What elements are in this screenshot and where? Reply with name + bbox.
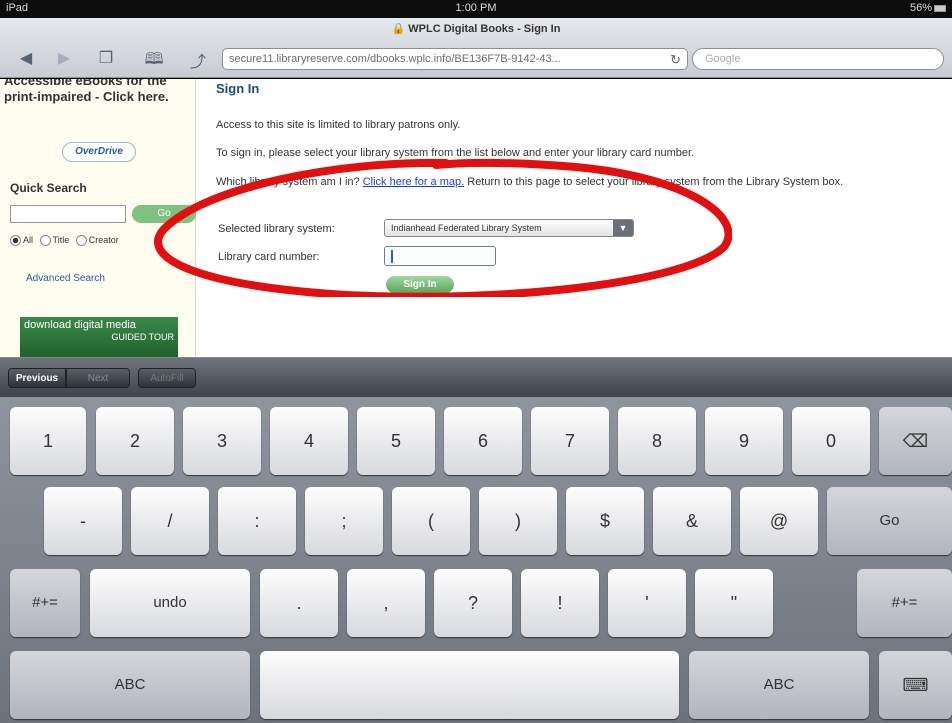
key-quote[interactable]: " <box>695 569 773 637</box>
guided-tour-banner[interactable]: download digital media GUIDED TOUR <box>20 317 178 357</box>
symbols-shift-left[interactable]: #+= <box>10 569 80 637</box>
key-semicolon[interactable]: ; <box>305 487 383 555</box>
key-1[interactable]: 1 <box>10 407 86 475</box>
banner-subtitle: GUIDED TOUR <box>111 332 174 342</box>
go-button[interactable]: Go <box>827 487 952 555</box>
backspace-icon[interactable]: ⌫ <box>879 407 952 475</box>
symbols-shift-right[interactable]: #+= <box>857 569 952 637</box>
key-slash[interactable]: / <box>131 487 209 555</box>
abc-key-left[interactable]: ABC <box>10 651 250 719</box>
key-ampersand[interactable]: & <box>653 487 731 555</box>
key-6[interactable]: 6 <box>444 407 522 475</box>
library-system-label: Selected library system: <box>218 223 335 235</box>
key-4[interactable]: 4 <box>270 407 348 475</box>
selected-system-value: Indianhead Federated Library System <box>391 223 542 233</box>
map-text-start: Which library system am I in? <box>216 176 363 188</box>
autofill-button[interactable]: AutoFill <box>138 368 196 388</box>
key-0[interactable]: 0 <box>792 407 870 475</box>
map-link[interactable]: Click here for a map. <box>363 176 464 188</box>
key-3[interactable]: 3 <box>183 407 261 475</box>
battery-indicator: 56% <box>910 2 946 14</box>
key-colon[interactable]: : <box>218 487 296 555</box>
key-5[interactable]: 5 <box>357 407 435 475</box>
key-comma[interactable]: , <box>347 569 425 637</box>
status-bar: iPad 1:00 PM 56% <box>0 0 952 18</box>
text-caret <box>391 250 393 263</box>
url-text: secure11.libraryreserve.com/dbooks.wplc.… <box>229 53 561 65</box>
reload-icon[interactable]: ↻ <box>670 52 681 68</box>
battery-level: 56% <box>909 2 932 14</box>
key-exclamation[interactable]: ! <box>521 569 599 637</box>
quick-search-title: Quick Search <box>10 181 87 195</box>
accessible-ebooks-link[interactable]: Accessible eBooks for the print-impaired… <box>4 79 194 105</box>
key-9[interactable]: 9 <box>705 407 783 475</box>
page-title-text: WPLC Digital Books - Sign In <box>408 23 561 35</box>
abc-key-right[interactable]: ABC <box>689 651 869 719</box>
url-field[interactable]: secure11.libraryreserve.com/dbooks.wplc.… <box>222 48 688 70</box>
forward-arrow-icon[interactable]: ▶ <box>52 48 76 68</box>
radio-title[interactable] <box>39 235 51 247</box>
back-arrow-icon[interactable]: ◀ <box>14 48 38 68</box>
search-scope-radios: All Title Creator <box>10 235 119 247</box>
key-question[interactable]: ? <box>434 569 512 637</box>
sign-in-heading: Sign In <box>216 81 260 96</box>
banner-title: download digital media <box>24 319 136 331</box>
key-8[interactable]: 8 <box>618 407 696 475</box>
form-accessory-bar: Previous Next AutoFill <box>0 357 952 397</box>
status-time: 1:00 PM <box>455 2 497 14</box>
card-number-label: Library card number: <box>218 251 320 263</box>
overdrive-logo[interactable]: OverDrive <box>62 142 136 162</box>
pages-icon[interactable]: ❐ <box>94 48 118 68</box>
key-open-paren[interactable]: ( <box>392 487 470 555</box>
map-instructions: Which library system am I in? Click here… <box>216 175 934 189</box>
key-period[interactable]: . <box>260 569 338 637</box>
instructions: To sign in, please select your library s… <box>216 147 695 159</box>
advanced-search-link[interactable]: Advanced Search <box>26 273 105 284</box>
radio-all-label: All <box>23 235 34 245</box>
share-icon[interactable]: ⤴ <box>186 48 210 72</box>
sign-in-button[interactable]: Sign In <box>386 276 454 293</box>
previous-button[interactable]: Previous <box>8 368 66 388</box>
keyboard-dismiss-icon[interactable]: ⌨ <box>879 651 952 719</box>
key-close-paren[interactable]: ) <box>479 487 557 555</box>
key-7[interactable]: 7 <box>531 407 609 475</box>
chevron-down-icon: ▼ <box>613 220 633 236</box>
browser-toolbar: 🔒 WPLC Digital Books - Sign In ◀ ▶ ❐ 🕮 ⤴… <box>0 18 952 78</box>
sidebar: Accessible eBooks for the print-impaired… <box>0 79 196 357</box>
web-content: Accessible eBooks for the print-impaired… <box>0 79 952 357</box>
sign-in-panel: Sign In Access to this site is limited t… <box>214 79 944 357</box>
undo-key[interactable]: undo <box>90 569 250 637</box>
key-apostrophe[interactable]: ' <box>608 569 686 637</box>
quick-search-go-button[interactable]: Go <box>132 205 196 223</box>
search-input[interactable]: Google <box>692 48 944 70</box>
radio-creator-label: Creator <box>88 235 119 245</box>
map-text-end: Return to this page to select your libra… <box>464 176 844 188</box>
radio-all[interactable] <box>10 235 21 247</box>
radio-creator[interactable] <box>75 235 87 247</box>
space-bar[interactable] <box>260 651 679 719</box>
key-dollar[interactable]: $ <box>566 487 644 555</box>
battery-icon <box>934 4 946 12</box>
key-hyphen[interactable]: - <box>44 487 122 555</box>
key-2[interactable]: 2 <box>96 407 174 475</box>
card-number-input[interactable] <box>384 246 496 266</box>
bookmarks-icon[interactable]: 🕮 <box>142 48 166 75</box>
next-button[interactable]: Next <box>66 368 130 388</box>
on-screen-keyboard: 1 2 3 4 5 6 7 8 9 0 ⌫ - / : ; ( ) $ & @ … <box>0 397 952 723</box>
access-notice: Access to this site is limited to librar… <box>216 119 461 131</box>
library-system-select[interactable]: Indianhead Federated Library System ▼ <box>384 219 634 237</box>
quick-search-input[interactable] <box>10 205 126 223</box>
page-title: 🔒 WPLC Digital Books - Sign In <box>391 23 561 35</box>
key-at[interactable]: @ <box>740 487 818 555</box>
radio-title-label: Title <box>52 235 70 245</box>
